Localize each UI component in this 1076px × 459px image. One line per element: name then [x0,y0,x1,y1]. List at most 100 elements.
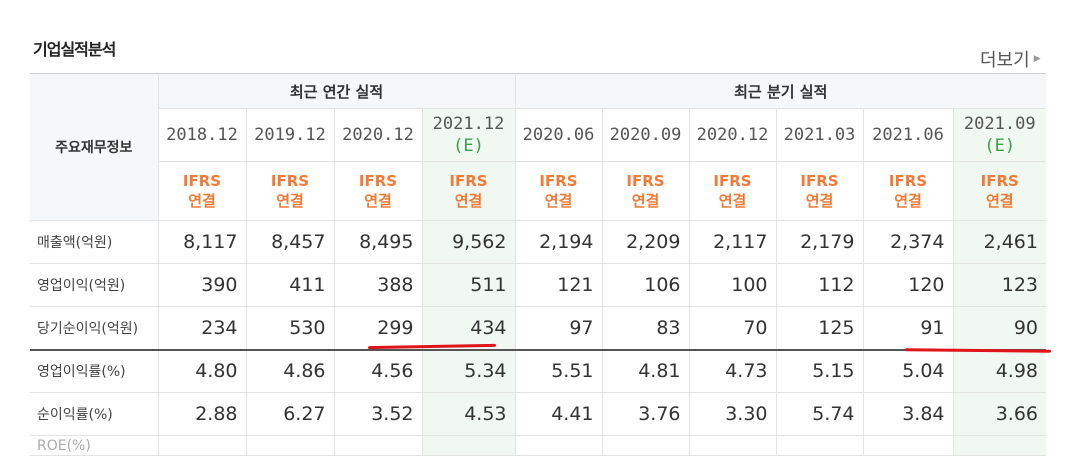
ifrs-label: IFRS [888,172,928,190]
table-cell: 6.27 [245,392,335,436]
ifrs-row: IFRS 연결 IFRS 연결 IFRS 연결 IFRS 연결 IFRS 연결 IFRS 연결 IFRS… [30,161,1046,221]
table-cell: 2,179 [775,220,864,264]
basis-label: 연결 [364,192,392,210]
period-date: 2018.12 [166,125,238,145]
table-row: 순이익률(%) 2.88 6.27 3.52 4.53 4.41 3.76 3.30 5.74 3… [30,392,1046,436]
table-cell: 4.86 [245,348,335,393]
basis-label: 연결 [805,192,834,210]
ifrs-label: IFRS [449,172,488,190]
table-cell: 3.52 [333,392,423,436]
table-cell: 434 [421,306,516,350]
table-cell: 100 [688,263,777,307]
section-title: 기업실적분석 [33,40,116,59]
table-cell: 125 [775,306,864,350]
table-row: 당기순이익(억원) 234 530 299 434 97 83 70 125 91 90 [30,306,1046,350]
table-cell: 2,194 [514,220,603,264]
period-row: 2018.12 2019.12 2020.12 2021.12 (E) 2020.06 20… [30,108,1046,162]
table-cell: 3.84 [862,392,954,436]
ifrs-label: IFRS [800,172,839,190]
row-label: 당기순이익(억원) [30,306,159,350]
table-cell: 2,461 [952,220,1046,264]
table-cell: 411 [245,263,335,307]
period-date: 2020.12 [696,125,769,145]
table-cell: 4.80 [157,348,247,393]
row-label: 매출액(억원) [30,220,159,264]
table-cell: 91 [862,306,954,350]
period-header: 2020.09 [601,108,690,162]
period-header: 2021.12 (E) [421,108,516,162]
ifrs-label: IFRS [539,172,578,190]
period-date: 2020.06 [522,125,595,145]
basis-label: 연결 [718,192,747,210]
period-header: 2021.06 [862,108,954,162]
table-cell: 123 [952,263,1046,307]
period-date: 2021.09 [963,114,1036,134]
table-row: 영업이익률(%) 4.80 4.86 4.56 5.34 5.51 4.81 4.73 5.15… [30,348,1046,393]
more-link[interactable]: 더보기 ▶ [980,46,1041,72]
ifrs-basis: IFRS 연결 [514,161,603,221]
ifrs-basis: IFRS 연결 [862,161,954,221]
table-cell: 4.98 [952,348,1046,393]
financial-table: 주요재무정보 최근 연간 실적 최근 분기 실적 2018.12 2019.12 2… [30,73,1046,456]
table-cell: 4.73 [688,348,777,393]
period-date: 2020.09 [609,125,682,145]
table-cell: 4.56 [333,348,423,393]
period-header: 2019.12 [245,108,335,162]
ifrs-basis: IFRS 연결 [775,161,864,221]
ifrs-label: IFRS [358,172,398,190]
table-cell: 2,117 [688,220,777,264]
ifrs-basis: IFRS 연결 [688,161,777,221]
period-header: 2021.03 [775,108,864,162]
period-date: 2020.12 [342,125,414,145]
ifrs-label: IFRS [626,172,665,190]
ifrs-basis: IFRS 연결 [333,161,423,221]
row-label: 영업이익(억원) [30,263,159,307]
period-header: 2020.06 [514,108,603,162]
corner-header: 주요재무정보 [30,73,159,221]
basis-label: 연결 [276,192,304,210]
table-cell: 5.04 [862,348,954,393]
basis-label: 연결 [544,192,573,210]
table-cell: 112 [775,263,864,307]
period-date: 2021.03 [783,125,856,145]
table-cell: 2,374 [862,220,954,264]
period-date: 2021.06 [872,125,944,145]
period-date: 2019.12 [254,125,326,145]
table-cell: 2.88 [157,392,247,436]
ifrs-basis: IFRS 연결 [245,161,335,221]
ifrs-label: IFRS [270,172,310,190]
ifrs-label: IFRS [182,172,222,190]
table-cell: 4.41 [514,392,603,436]
table-cell: 511 [421,263,516,307]
ifrs-basis: IFRS 연결 [601,161,690,221]
period-header: 2020.12 [333,108,423,162]
table-cell: 90 [952,306,1046,350]
ifrs-basis: IFRS 연결 [158,161,247,221]
table-cell: 5.15 [775,348,864,393]
table-cell: 8,117 [157,220,247,264]
table-cell: 5.51 [514,348,603,393]
period-header: 2021.09 (E) [952,108,1046,162]
table-cell: 106 [601,263,690,307]
table-cell: 70 [688,306,777,350]
table-cell: 9,562 [421,220,516,264]
table-cell: 3.30 [688,392,777,436]
chevron-right-icon: ▶ [1033,54,1041,64]
table-cell: 121 [514,263,603,307]
estimate-marker: (E) [984,136,1016,156]
table-row: 매출액(억원) 8,117 8,457 8,495 9,562 2,194 2,209 2,1… [30,220,1046,264]
table-cell: 2,209 [601,220,690,264]
row-label: 영업이익률(%) [30,348,159,393]
table-cell: 234 [157,306,247,350]
table-cell: 390 [157,263,247,307]
ifrs-label: IFRS [980,172,1019,190]
table-cell: 120 [862,263,954,307]
basis-label: 연결 [894,192,922,210]
row-label: ROE(%) [30,435,159,456]
annual-header: 최근 연간 실적 [157,73,516,109]
estimate-marker: (E) [453,136,484,156]
table-cell: 8,495 [333,220,423,264]
quarter-header: 최근 분기 실적 [514,73,1046,109]
table-cell: 8,457 [245,220,335,264]
table-cell: 97 [514,306,603,350]
